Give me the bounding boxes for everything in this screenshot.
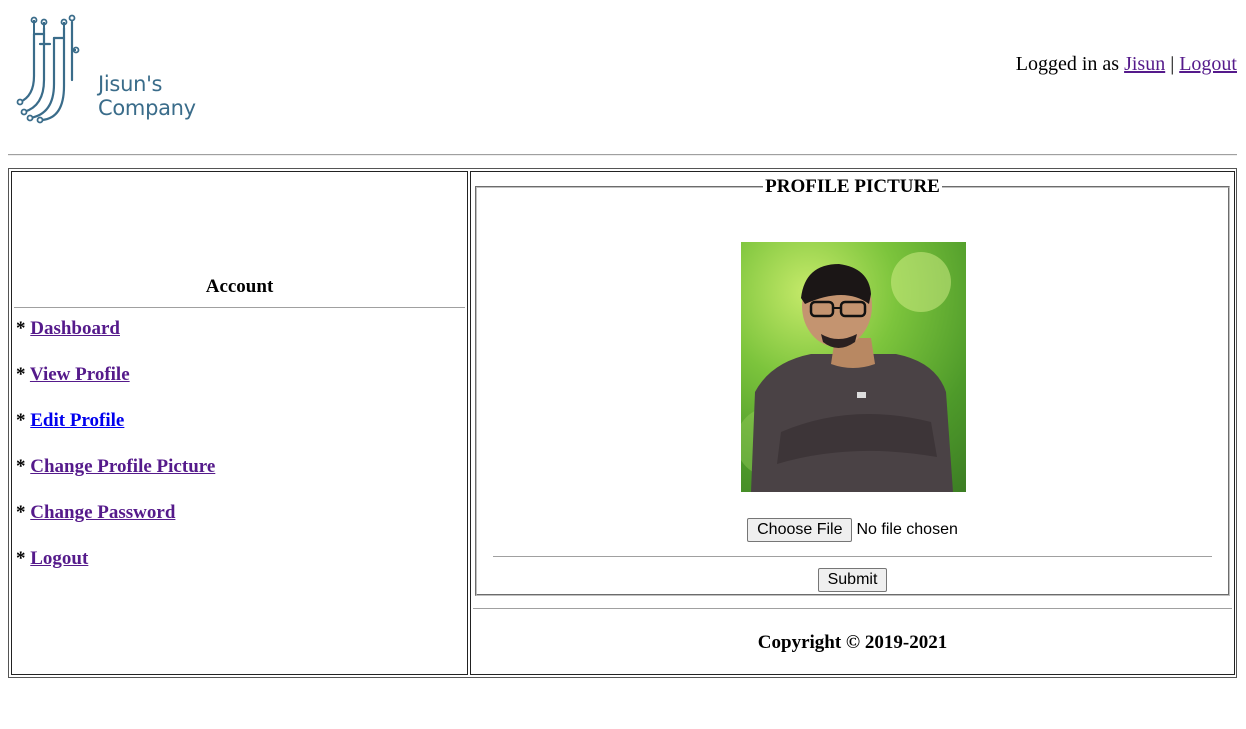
- sidebar-logout-link[interactable]: Logout: [30, 548, 88, 569]
- sidebar-item-view-profile: * View Profile: [16, 364, 215, 410]
- no-file-status: No file chosen: [856, 521, 958, 538]
- change-profile-picture-link[interactable]: Change Profile Picture: [30, 456, 215, 477]
- change-password-link[interactable]: Change Password: [30, 502, 175, 523]
- username-link[interactable]: Jisun: [1124, 53, 1165, 75]
- company-logo: Jisun's Company: [14, 14, 264, 124]
- view-profile-link[interactable]: View Profile: [30, 364, 130, 385]
- fieldset-legend: PROFILE PICTURE: [765, 176, 940, 197]
- sidebar-item-change-profile-picture: * Change Profile Picture: [16, 456, 215, 502]
- separator: |: [1170, 53, 1175, 75]
- bullet: *: [16, 410, 26, 431]
- submit-row: Submit: [477, 568, 1228, 592]
- footer-divider: [473, 608, 1232, 609]
- company-name: Jisun's Company: [98, 72, 196, 120]
- page-header: Jisun's Company Logged in as Jisun | Log…: [0, 0, 1246, 150]
- sidebar-item-dashboard: * Dashboard: [16, 318, 215, 364]
- sidebar: Account * Dashboard * View Profile * Edi…: [11, 171, 468, 675]
- copyright-text: Copyright © 2019-2021: [757, 632, 948, 653]
- bullet: *: [16, 502, 26, 523]
- bullet: *: [16, 318, 26, 339]
- layout-table: Account * Dashboard * View Profile * Edi…: [8, 168, 1237, 678]
- submit-button[interactable]: Submit: [817, 568, 888, 592]
- dashboard-link[interactable]: Dashboard: [30, 318, 120, 339]
- login-status: Logged in as Jisun | Logout: [1016, 53, 1237, 76]
- profile-photo: [741, 242, 966, 492]
- sidebar-item-change-password: * Change Password: [16, 502, 215, 548]
- file-input-row: Choose File No file chosen: [477, 518, 1228, 542]
- header-divider: [8, 154, 1237, 156]
- sidebar-menu: * Dashboard * View Profile * Edit Profil…: [16, 318, 215, 594]
- profile-picture-fieldset: PROFILE PICTURE Choose File No file chos…: [475, 176, 1230, 596]
- sidebar-divider: [14, 307, 465, 308]
- bullet: *: [16, 548, 26, 569]
- logo-icon: [16, 14, 80, 124]
- sidebar-title: Account: [205, 276, 274, 297]
- sidebar-item-logout: * Logout: [16, 548, 215, 594]
- header-logout-link[interactable]: Logout: [1179, 53, 1237, 75]
- bullet: *: [16, 456, 26, 477]
- bullet: *: [16, 364, 26, 385]
- form-divider: [493, 556, 1212, 557]
- sidebar-item-edit-profile: * Edit Profile: [16, 410, 215, 456]
- logged-in-label: Logged in as: [1015, 53, 1120, 75]
- main-content: PROFILE PICTURE Choose File No file chos…: [470, 171, 1235, 675]
- choose-file-button[interactable]: Choose File: [747, 518, 853, 542]
- person-image: [741, 252, 953, 492]
- edit-profile-link[interactable]: Edit Profile: [30, 410, 124, 431]
